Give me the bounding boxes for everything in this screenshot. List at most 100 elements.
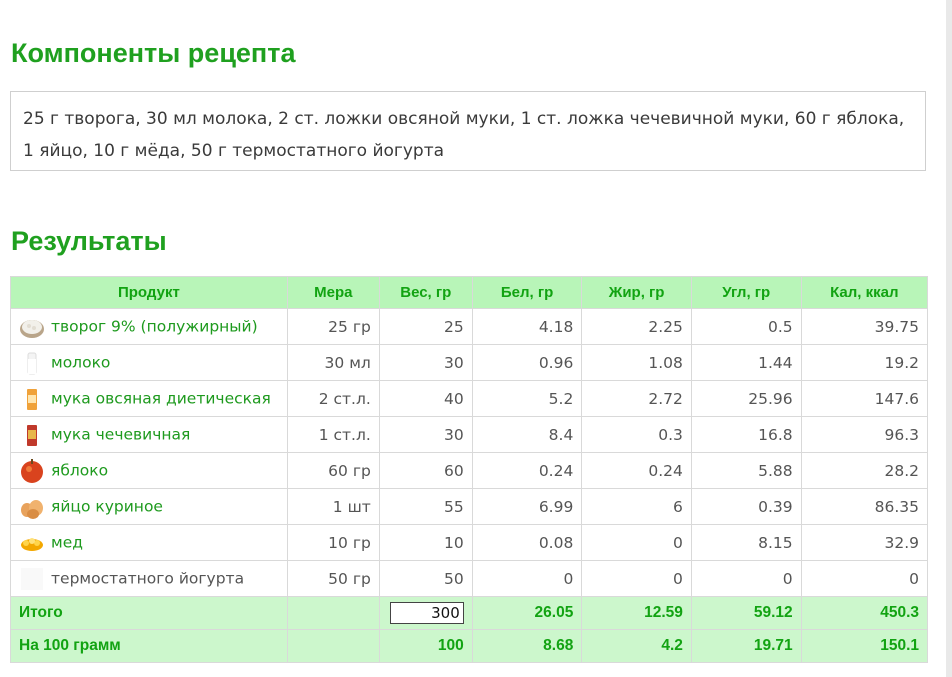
kcal-cell: 39.75 <box>800 308 929 345</box>
product-cell[interactable]: мука чечевичная <box>10 416 288 453</box>
total-kcal: 450.3 <box>800 596 929 630</box>
product-link[interactable]: мука чечевичная <box>51 425 190 443</box>
per100-weight: 100 <box>378 629 473 663</box>
product-link[interactable]: яйцо куриное <box>51 497 163 515</box>
product-cell[interactable]: молоко <box>10 344 288 381</box>
kcal-cell: 28.2 <box>800 452 929 489</box>
per100-label: На 100 грамм <box>10 629 288 663</box>
carbs-cell: 8.15 <box>690 524 802 561</box>
fat-cell: 0 <box>581 560 692 597</box>
ingredients-box: 25 г творога, 30 мл молока, 2 ст. ложки … <box>10 91 926 171</box>
table-row: мед 10 гр 10 0.08 0 8.15 32.9 <box>10 524 929 561</box>
per100-row: На 100 грамм 100 8.68 4.2 19.71 150.1 <box>10 629 929 663</box>
carbs-cell: 0 <box>690 560 802 597</box>
col-product: Продукт <box>10 276 288 309</box>
product-cell[interactable]: яйцо куриное <box>10 488 288 525</box>
results-heading: Результаты <box>11 226 167 256</box>
product-link[interactable]: мед <box>51 533 83 551</box>
blank-icon <box>21 567 43 590</box>
total-protein: 26.05 <box>471 596 583 630</box>
product-link[interactable]: молоко <box>51 353 110 371</box>
measure-cell: 25 гр <box>286 308 380 345</box>
fat-cell: 2.25 <box>581 308 692 345</box>
protein-cell: 5.2 <box>471 380 583 417</box>
weight-cell: 55 <box>378 488 473 525</box>
components-heading: Компоненты рецепта <box>11 38 296 68</box>
table-row: яблоко 60 гр 60 0.24 0.24 5.88 28.2 <box>10 452 929 489</box>
total-label: Итого <box>10 596 288 630</box>
fat-cell: 0.3 <box>581 416 692 453</box>
total-fat: 12.59 <box>581 596 692 630</box>
table-row: мука чечевичная 1 ст.л. 30 8.4 0.3 16.8 … <box>10 416 929 453</box>
col-weight: Вес, гр <box>378 276 473 309</box>
measure-cell: 50 гр <box>286 560 380 597</box>
col-fat: Жир, гр <box>581 276 692 309</box>
weight-cell: 60 <box>378 452 473 489</box>
scrollbar-track[interactable] <box>946 0 952 677</box>
protein-cell: 4.18 <box>471 308 583 345</box>
total-weight-cell <box>378 596 473 630</box>
measure-cell: 1 шт <box>286 488 380 525</box>
weight-cell: 25 <box>378 308 473 345</box>
lentil-flour-icon <box>27 424 37 446</box>
total-row: Итого 26.05 12.59 59.12 450.3 <box>10 596 929 630</box>
per100-kcal: 150.1 <box>800 629 929 663</box>
kcal-cell: 96.3 <box>800 416 929 453</box>
kcal-cell: 86.35 <box>800 488 929 525</box>
kcal-cell: 147.6 <box>800 380 929 417</box>
results-table: Продукт Мера Вес, гр Бел, гр Жир, гр Угл… <box>10 276 929 663</box>
measure-cell: 30 мл <box>286 344 380 381</box>
total-weight-input[interactable] <box>389 602 464 624</box>
col-kcal: Кал, ккал <box>800 276 929 309</box>
fat-cell: 0.24 <box>581 452 692 489</box>
protein-cell: 0 <box>471 560 583 597</box>
milk-icon <box>27 352 37 374</box>
protein-cell: 0.24 <box>471 452 583 489</box>
protein-cell: 0.08 <box>471 524 583 561</box>
carbs-cell: 25.96 <box>690 380 802 417</box>
weight-cell: 30 <box>378 344 473 381</box>
apple-icon <box>21 458 43 483</box>
total-measure-cell <box>286 596 380 630</box>
product-cell[interactable]: яблоко <box>10 452 288 489</box>
product-cell: термостатного йогурта <box>10 560 288 597</box>
per100-protein: 8.68 <box>471 629 583 663</box>
fat-cell: 0 <box>581 524 692 561</box>
weight-cell: 40 <box>378 380 473 417</box>
product-link[interactable]: творог 9% (полужирный) <box>51 317 258 335</box>
table-row: термостатного йогурта 50 гр 50 0 0 0 0 <box>10 560 929 597</box>
per100-carbs: 19.71 <box>690 629 802 663</box>
fat-cell: 6 <box>581 488 692 525</box>
carbs-cell: 1.44 <box>690 344 802 381</box>
product-cell[interactable]: творог 9% (полужирный) <box>10 308 288 345</box>
table-row: яйцо куриное 1 шт 55 6.99 6 0.39 86.35 <box>10 488 929 525</box>
table-header-row: Продукт Мера Вес, гр Бел, гр Жир, гр Угл… <box>10 276 929 309</box>
product-cell[interactable]: мука овсяная диетическая <box>10 380 288 417</box>
table-row: творог 9% (полужирный) 25 гр 25 4.18 2.2… <box>10 308 929 345</box>
per100-measure-cell <box>286 629 380 663</box>
product-link[interactable]: яблоко <box>51 461 108 479</box>
carbs-cell: 0.5 <box>690 308 802 345</box>
table-row: мука овсяная диетическая 2 ст.л. 40 5.2 … <box>10 380 929 417</box>
protein-cell: 0.96 <box>471 344 583 381</box>
measure-cell: 2 ст.л. <box>286 380 380 417</box>
weight-cell: 30 <box>378 416 473 453</box>
kcal-cell: 32.9 <box>800 524 929 561</box>
fat-cell: 2.72 <box>581 380 692 417</box>
table-row: молоко 30 мл 30 0.96 1.08 1.44 19.2 <box>10 344 929 381</box>
product-link[interactable]: мука овсяная диетическая <box>51 389 271 407</box>
oat-flour-icon <box>27 388 37 410</box>
measure-cell: 1 ст.л. <box>286 416 380 453</box>
kcal-cell: 0 <box>800 560 929 597</box>
kcal-cell: 19.2 <box>800 344 929 381</box>
protein-cell: 6.99 <box>471 488 583 525</box>
measure-cell: 10 гр <box>286 524 380 561</box>
product-name: термостатного йогурта <box>51 569 245 587</box>
weight-cell: 10 <box>378 524 473 561</box>
product-cell[interactable]: мед <box>10 524 288 561</box>
total-carbs: 59.12 <box>690 596 802 630</box>
carbs-cell: 16.8 <box>690 416 802 453</box>
per100-fat: 4.2 <box>581 629 692 663</box>
cottage-cheese-icon <box>20 319 44 338</box>
weight-cell: 50 <box>378 560 473 597</box>
